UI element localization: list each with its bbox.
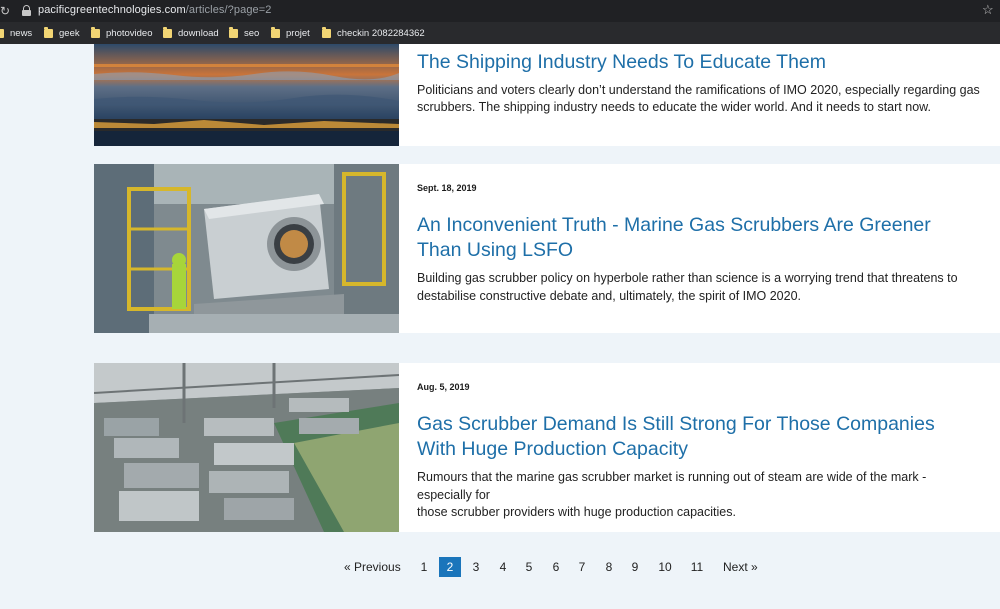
- page-link-3[interactable]: 3: [470, 557, 482, 577]
- article-excerpt: Politicians and voters clearly don’t und…: [417, 82, 980, 115]
- address-bar[interactable]: pacificgreentechnologies.com/articles/?p…: [38, 4, 272, 16]
- page-link-10[interactable]: 10: [655, 557, 675, 577]
- article-excerpt: Rumours that the marine gas scrubber mar…: [417, 470, 927, 519]
- article-text: The Shipping Industry Needs To Educate T…: [417, 50, 980, 117]
- page-link-9[interactable]: 9: [629, 557, 641, 577]
- previous-page-link[interactable]: « Previous: [344, 557, 401, 577]
- bookmark-projet[interactable]: projet: [271, 26, 310, 39]
- bookmark-download[interactable]: download: [163, 26, 219, 39]
- page-link-2-current[interactable]: 2: [439, 557, 461, 577]
- bookmark-photovideo[interactable]: photovideo: [91, 26, 153, 39]
- browser-toolbar: ↻ pacificgreentechnologies.com/articles/…: [0, 0, 1000, 22]
- article-excerpt: Building gas scrubber policy on hyperbol…: [417, 271, 958, 303]
- article-text: Sept. 18, 2019 An Inconvenient Truth - M…: [417, 183, 980, 305]
- article-image-production-floor[interactable]: [94, 363, 399, 532]
- bookmark-label: download: [178, 27, 219, 39]
- folder-icon: [0, 28, 4, 38]
- next-page-link[interactable]: Next »: [723, 557, 758, 577]
- pagination: « Previous 1 2 3 4 5 6 7 8 9 10 11 Next …: [0, 557, 1000, 577]
- folder-icon: [44, 26, 53, 38]
- page-link-4[interactable]: 4: [497, 557, 509, 577]
- folder-icon: [229, 26, 238, 38]
- page-link-8[interactable]: 8: [603, 557, 615, 577]
- page-link-5[interactable]: 5: [523, 557, 535, 577]
- article-card: Aug. 5, 2019 Gas Scrubber Demand Is Stil…: [94, 363, 1000, 532]
- page-link-7[interactable]: 7: [576, 557, 588, 577]
- article-text: Aug. 5, 2019 Gas Scrubber Demand Is Stil…: [417, 382, 980, 522]
- article-title[interactable]: The Shipping Industry Needs To Educate T…: [417, 50, 980, 75]
- url-host: pacificgreentechnologies.com: [38, 4, 186, 16]
- bookmark-label: seo: [244, 27, 260, 39]
- article-image-sunset-sea[interactable]: [94, 44, 399, 146]
- article-card: The Shipping Industry Needs To Educate T…: [94, 44, 1000, 146]
- bookmarks-bar: news geek photovideo download seo projet…: [0, 22, 1000, 44]
- article-date: Sept. 18, 2019: [417, 183, 477, 193]
- article-title[interactable]: An Inconvenient Truth - Marine Gas Scrub…: [417, 213, 980, 262]
- lock-icon[interactable]: [22, 5, 31, 16]
- bookmark-label: news: [10, 27, 33, 39]
- bookmark-label: geek: [59, 27, 80, 39]
- bookmark-label: photovideo: [106, 27, 153, 39]
- folder-icon: [322, 26, 331, 38]
- reload-icon[interactable]: ↻: [0, 3, 10, 19]
- folder-icon: [271, 26, 280, 38]
- bookmark-checkin[interactable]: checkin 2082284362: [322, 26, 425, 39]
- article-date: Aug. 5, 2019: [417, 382, 470, 392]
- folder-icon: [163, 26, 172, 38]
- bookmark-label: projet: [286, 27, 310, 39]
- page-link-11[interactable]: 11: [687, 557, 707, 577]
- article-image-scrubber-factory[interactable]: [94, 164, 399, 333]
- page-link-1[interactable]: 1: [418, 557, 430, 577]
- bookmark-label: checkin 2082284362: [337, 27, 425, 39]
- page-link-6[interactable]: 6: [550, 557, 562, 577]
- url-path: /articles/?page=2: [185, 4, 272, 16]
- bookmark-star-icon[interactable]: ☆: [982, 2, 994, 18]
- bookmark-news[interactable]: news: [0, 27, 32, 39]
- folder-icon: [91, 26, 100, 38]
- bookmark-seo[interactable]: seo: [229, 26, 260, 39]
- bookmark-geek[interactable]: geek: [44, 26, 80, 39]
- article-title[interactable]: Gas Scrubber Demand Is Still Strong For …: [417, 412, 980, 461]
- article-card: Sept. 18, 2019 An Inconvenient Truth - M…: [94, 164, 1000, 333]
